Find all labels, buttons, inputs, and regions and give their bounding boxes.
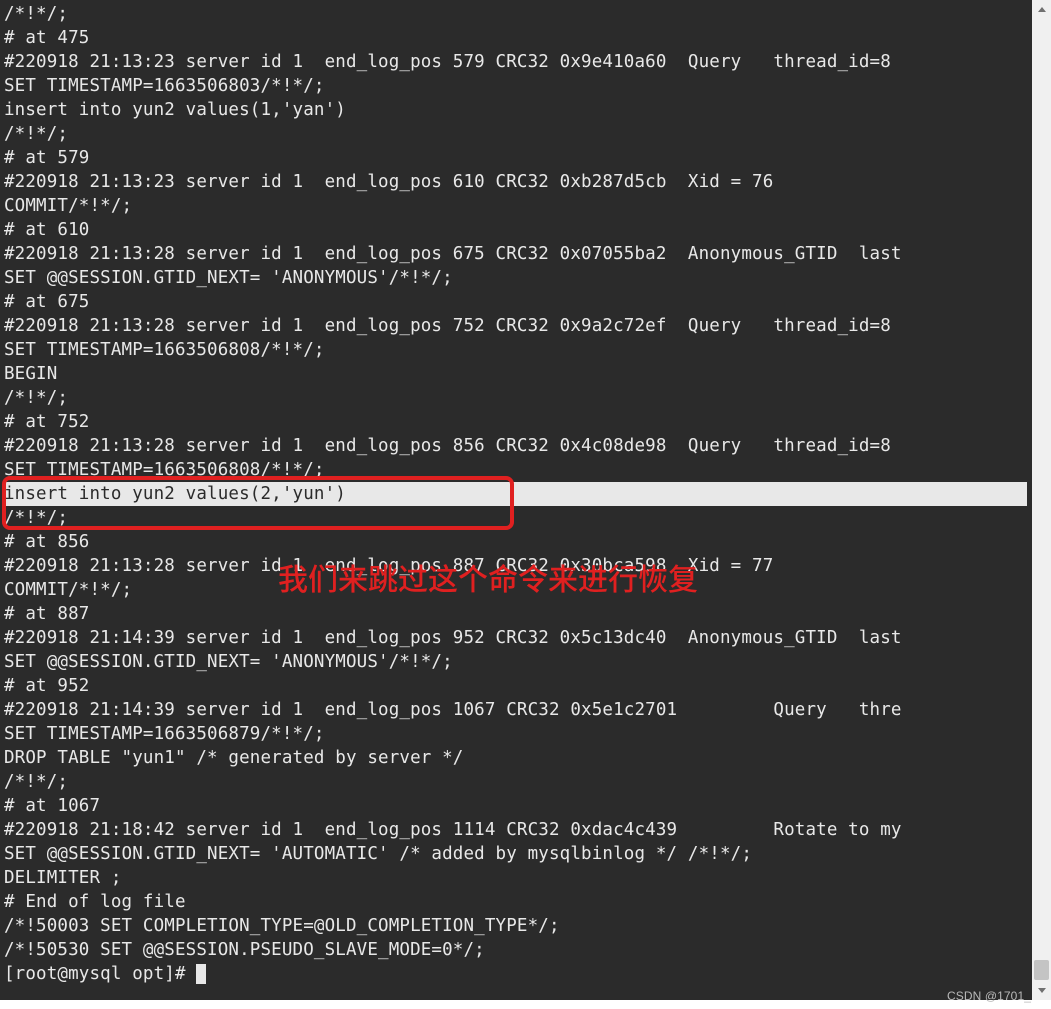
terminal-line: SET @@SESSION.GTID_NEXT= 'AUTOMATIC' /* … xyxy=(4,844,752,864)
terminal-line: # at 952 xyxy=(4,676,90,696)
terminal-line: # at 475 xyxy=(4,28,90,48)
terminal-line: /*!*/; xyxy=(4,508,68,528)
terminal-line: COMMIT/*!*/; xyxy=(4,580,132,600)
terminal-line: SET TIMESTAMP=1663506808/*!*/; xyxy=(4,340,325,360)
watermark: CSDN @1701_ xyxy=(947,989,1031,1003)
terminal-line: #220918 21:13:23 server id 1 end_log_pos… xyxy=(4,172,773,192)
terminal-line: #220918 21:18:42 server id 1 end_log_pos… xyxy=(4,820,902,840)
terminal-line: SET @@SESSION.GTID_NEXT= 'ANONYMOUS'/*!*… xyxy=(4,652,453,672)
chevron-down-icon xyxy=(1038,988,1046,993)
terminal-line: # at 1067 xyxy=(4,796,100,816)
terminal-line: # End of log file xyxy=(4,892,186,912)
terminal-line: # at 856 xyxy=(4,532,90,552)
terminal-line: /*!*/; xyxy=(4,124,68,144)
terminal-line: COMMIT/*!*/; xyxy=(4,196,132,216)
cursor xyxy=(196,964,206,984)
scrollbar[interactable] xyxy=(1032,0,1051,1000)
terminal-line: /*!*/; xyxy=(4,772,68,792)
terminal-line: # at 887 xyxy=(4,604,90,624)
scroll-down-button[interactable] xyxy=(1032,981,1051,1000)
terminal-line: #220918 21:13:28 server id 1 end_log_pos… xyxy=(4,316,891,336)
terminal-line: DELIMITER ; xyxy=(4,868,122,888)
shell-prompt: [root@mysql opt]# xyxy=(4,964,196,984)
terminal-line: # at 579 xyxy=(4,148,90,168)
terminal-line: /*!*/; xyxy=(4,388,68,408)
terminal-line: SET TIMESTAMP=1663506803/*!*/; xyxy=(4,76,325,96)
terminal-line: BEGIN xyxy=(4,364,57,384)
terminal-line: #220918 21:13:28 server id 1 end_log_pos… xyxy=(4,556,773,576)
chevron-up-icon xyxy=(1038,7,1046,12)
terminal-line: # at 610 xyxy=(4,220,90,240)
terminal-output[interactable]: /*!*/; # at 475 #220918 21:13:23 server … xyxy=(0,0,1032,1000)
highlighted-line: insert into yun2 values(2,'yun') xyxy=(4,482,1027,506)
terminal-line: SET @@SESSION.GTID_NEXT= 'ANONYMOUS'/*!*… xyxy=(4,268,453,288)
terminal-line: SET TIMESTAMP=1663506879/*!*/; xyxy=(4,724,325,744)
terminal-line: #220918 21:13:23 server id 1 end_log_pos… xyxy=(4,52,891,72)
terminal-line: /*!*/; xyxy=(4,4,68,24)
terminal-line: /*!50530 SET @@SESSION.PSEUDO_SLAVE_MODE… xyxy=(4,940,485,960)
scroll-up-button[interactable] xyxy=(1032,0,1051,19)
terminal-line: SET TIMESTAMP=1663506808/*!*/; xyxy=(4,460,325,480)
terminal-line: insert into yun2 values(1,'yan') xyxy=(4,100,346,120)
terminal-line: #220918 21:13:28 server id 1 end_log_pos… xyxy=(4,436,891,456)
terminal-line: #220918 21:14:39 server id 1 end_log_pos… xyxy=(4,628,902,648)
terminal-line: /*!50003 SET COMPLETION_TYPE=@OLD_COMPLE… xyxy=(4,916,560,936)
terminal-line: # at 675 xyxy=(4,292,90,312)
terminal-line: DROP TABLE "yun1" /* generated by server… xyxy=(4,748,464,768)
terminal-line: # at 752 xyxy=(4,412,90,432)
terminal-line: #220918 21:14:39 server id 1 end_log_pos… xyxy=(4,700,902,720)
scroll-thumb[interactable] xyxy=(1034,960,1049,980)
terminal-line: #220918 21:13:28 server id 1 end_log_pos… xyxy=(4,244,902,264)
